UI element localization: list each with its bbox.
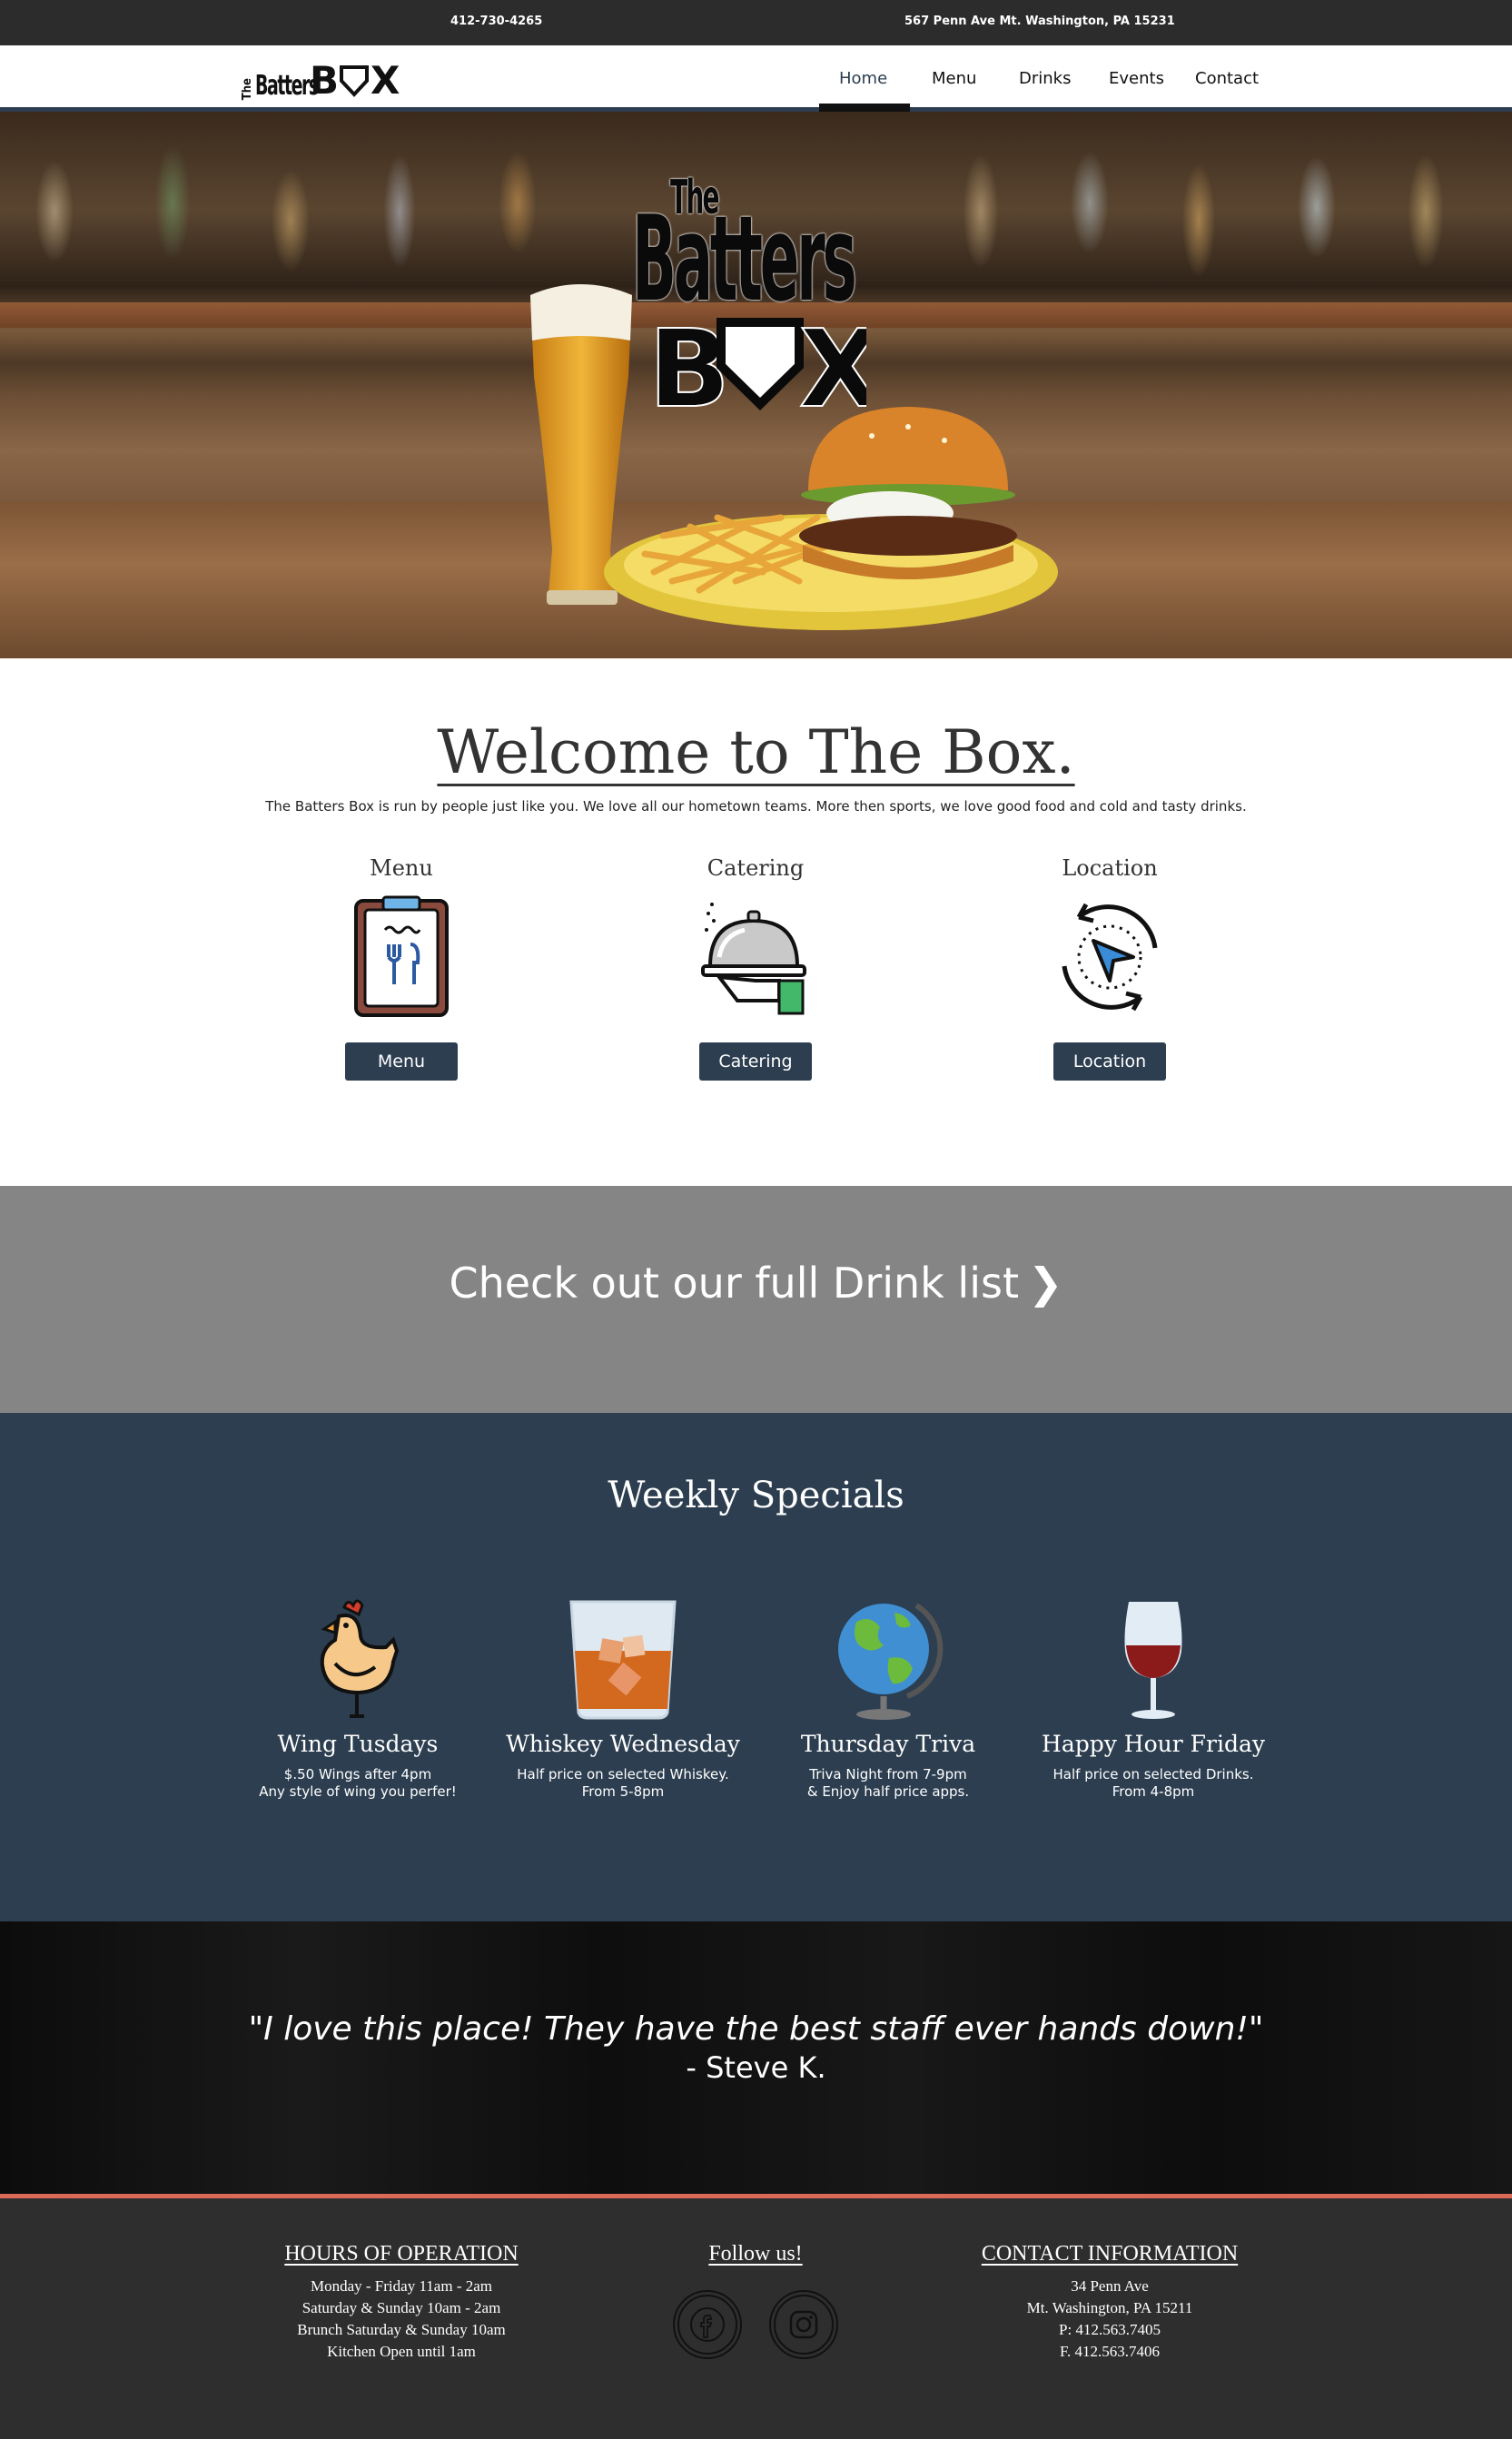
site-footer: HOURS OF OPERATION Monday - Friday 11am … <box>0 2198 1512 2439</box>
special-title: Whiskey Wednesday <box>506 1731 740 1757</box>
instagram-icon <box>789 2310 818 2339</box>
special-description: Triva Night from 7-9pm & Enjoy half pric… <box>806 1766 970 1800</box>
welcome-text: The Batters Box is run by people just li… <box>265 798 1247 815</box>
drink-list-label: Check out our full Drink list <box>449 1259 1019 1308</box>
testimonial-section: "I love this place! They have the best s… <box>0 1921 1512 2194</box>
nav-events[interactable]: Events <box>1109 69 1164 88</box>
hero-logo-box: B X <box>648 313 866 413</box>
whiskey-glass-icon <box>569 1600 677 1720</box>
feature-title: Catering <box>707 855 805 881</box>
hours-line: Brunch Saturday & Sunday 10am <box>297 2321 506 2338</box>
nav-active-indicator <box>819 104 910 112</box>
svg-text:X: X <box>799 313 866 413</box>
special-wing-tuesdays: Wing Tusdays $.50 Wings after 4pm Any st… <box>240 1595 476 1801</box>
special-whiskey-wednesday: Whiskey Wednesday Half price on selected… <box>505 1595 741 1801</box>
contact-fax: F. 412.563.7406 <box>1059 2343 1161 2360</box>
special-thursday-trivia: Thursday Triva Triva Night from 7-9pm & … <box>770 1595 1006 1801</box>
globe-icon <box>838 1603 944 1720</box>
special-title: Happy Hour Friday <box>1042 1731 1265 1757</box>
weekly-specials-section: Weekly Specials Wing Tusdays $.50 Wings … <box>0 1413 1512 1921</box>
menu-button[interactable]: Menu <box>345 1042 458 1081</box>
menu-clipboard-icon <box>354 895 449 1017</box>
social-links <box>592 2290 919 2359</box>
hero-logo: The Batters B X <box>627 163 899 427</box>
feature-menu: Menu Menu <box>283 855 519 1081</box>
special-description: $.50 Wings after 4pm Any style of wing y… <box>259 1766 457 1800</box>
hours-heading: HOURS OF OPERATION <box>284 2242 519 2266</box>
feature-location: Location Location <box>992 855 1228 1081</box>
hours-list: Monday - Friday 11am - 2am Saturday & Su… <box>238 2276 565 2363</box>
follow-us: Follow us! <box>592 2242 919 2359</box>
nav-drinks[interactable]: Drinks <box>1019 69 1071 88</box>
nav-menu[interactable]: Menu <box>932 69 976 88</box>
facebook-icon <box>690 2307 725 2342</box>
phone-number[interactable]: 412-730-4265 <box>450 15 542 28</box>
nav-contact[interactable]: Contact <box>1195 69 1259 88</box>
drink-list-banner: Check out our full Drink list ❯ <box>0 1186 1512 1413</box>
welcome-title: Welcome to The Box. <box>437 717 1075 787</box>
nav-home[interactable]: Home <box>839 69 887 88</box>
hours-line: Monday - Friday 11am - 2am <box>310 2277 493 2295</box>
catering-button[interactable]: Catering <box>699 1042 812 1081</box>
contact-phone[interactable]: P: 412.563.7405 <box>946 2319 1273 2341</box>
testimonial-quote: "I love this place! They have the best s… <box>248 2010 1264 2048</box>
hours-of-operation: HOURS OF OPERATION Monday - Friday 11am … <box>238 2242 565 2363</box>
wine-glass-icon <box>1124 1602 1182 1719</box>
hours-line: Kitchen Open until 1am <box>327 2343 476 2360</box>
hours-line: Saturday & Sunday 10am - 2am <box>301 2299 501 2316</box>
location-arrow-icon <box>1062 903 1158 1012</box>
special-title: Thursday Triva <box>800 1731 976 1757</box>
feature-catering: Catering Catering <box>637 855 874 1081</box>
feature-title: Menu <box>370 855 433 881</box>
special-description: Half price on selected Drinks. From 4-8p… <box>1052 1766 1254 1800</box>
burger-image <box>799 407 1017 579</box>
special-description: Half price on selected Whiskey. From 5-8… <box>517 1766 729 1800</box>
instagram-link[interactable] <box>769 2290 838 2359</box>
drink-list-link[interactable]: Check out our full Drink list ❯ <box>0 1259 1512 1308</box>
chevron-right-icon: ❯ <box>1028 1259 1063 1308</box>
feature-title: Location <box>1062 855 1158 881</box>
main-nav: Home Menu Drinks Events Contact <box>0 45 1512 109</box>
special-happy-hour-friday: Happy Hour Friday Half price on selected… <box>1035 1595 1271 1801</box>
contact-list: 34 Penn Ave Mt. Washington, PA 15211 P: … <box>946 2276 1273 2363</box>
contact-heading: CONTACT INFORMATION <box>981 2242 1239 2266</box>
contact-line: 34 Penn Ave <box>1071 2277 1149 2295</box>
testimonial-author: - Steve K. <box>686 2050 826 2085</box>
contact-information: CONTACT INFORMATION 34 Penn Ave Mt. Wash… <box>946 2242 1273 2363</box>
contact-line: Mt. Washington, PA 15211 <box>1026 2299 1193 2316</box>
facebook-link[interactable] <box>673 2290 742 2359</box>
follow-heading: Follow us! <box>708 2242 803 2266</box>
chicken-icon <box>320 1599 400 1718</box>
hero-logo-batters: Batters <box>632 190 857 328</box>
special-title: Wing Tusdays <box>277 1731 439 1757</box>
top-info-bar: 412-730-4265 567 Penn Ave Mt. Washington… <box>0 0 1512 45</box>
address: 567 Penn Ave Mt. Washington, PA 15231 <box>904 15 1175 28</box>
catering-cloche-icon <box>701 903 806 1015</box>
specials-title: Weekly Specials <box>608 1475 904 1516</box>
location-button[interactable]: Location <box>1053 1042 1166 1081</box>
